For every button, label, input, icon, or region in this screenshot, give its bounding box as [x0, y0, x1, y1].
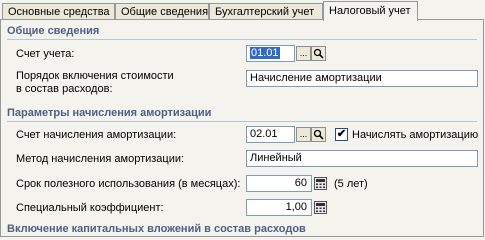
tab-strip: Основные средства Общие сведения Бухгалт… [0, 0, 485, 21]
tab-fixed-assets[interactable]: Основные средства [2, 3, 115, 19]
accrue-depreciation-label[interactable]: Начислять амортизацию [352, 129, 478, 142]
expense-order-label-line2: в состав расходов: [16, 83, 113, 95]
account-search-button[interactable] [311, 46, 326, 61]
calculator-icon[interactable] [314, 177, 327, 190]
expense-order-label-line1: Порядок включения стоимости [16, 70, 174, 82]
tab-general-info[interactable]: Общие сведения [115, 3, 209, 19]
section-divider [7, 39, 477, 40]
depreciation-account-select-button[interactable]: ... [296, 127, 311, 142]
section-divider [7, 121, 477, 122]
depreciation-account-search-button[interactable] [311, 127, 326, 142]
expense-order-field[interactable]: Начисление амортизации [246, 70, 478, 87]
special-coefficient-label: Специальный коэффициент: [16, 202, 164, 214]
section-capital-investments: Включение капитальных вложений в состав … [7, 223, 477, 237]
section-depreciation: Параметры начисления амортизации [7, 107, 477, 122]
account-value: 01.01 [250, 47, 280, 59]
section-general-title: Общие сведения [7, 25, 100, 37]
magnifier-icon [313, 48, 324, 59]
special-coefficient-field[interactable]: 1,00 [246, 199, 312, 216]
section-general: Общие сведения [7, 25, 477, 40]
useful-life-years: (5 лет) [334, 178, 368, 190]
depreciation-method-field[interactable]: Линейный [246, 150, 478, 167]
magnifier-icon [313, 129, 324, 140]
calculator-icon[interactable] [314, 201, 327, 214]
section-capital-title: Включение капитальных вложений в состав … [7, 223, 306, 235]
useful-life-field[interactable]: 60 [246, 175, 312, 192]
tab-tax-accounting[interactable]: Налоговый учет [323, 1, 418, 21]
depreciation-account-label: Счет начисления амортизации: [16, 129, 177, 141]
account-label: Счет учета: [16, 48, 75, 60]
tab-panel: Общие сведения Счет учета: 01.01 ... Пор… [0, 19, 484, 237]
account-select-button[interactable]: ... [296, 46, 311, 61]
accrue-depreciation-checkbox[interactable]: ✔ [335, 128, 348, 141]
useful-life-label: Срок полезного использования (в месяцах)… [16, 178, 241, 190]
account-field[interactable]: 01.01 [246, 45, 295, 62]
section-depreciation-title: Параметры начисления амортизации [7, 107, 212, 119]
depreciation-account-field[interactable]: 02.01 [246, 126, 295, 143]
depreciation-method-label: Метод начисления амортизации: [16, 153, 185, 165]
tab-accounting[interactable]: Бухгалтерский учет [209, 3, 323, 19]
